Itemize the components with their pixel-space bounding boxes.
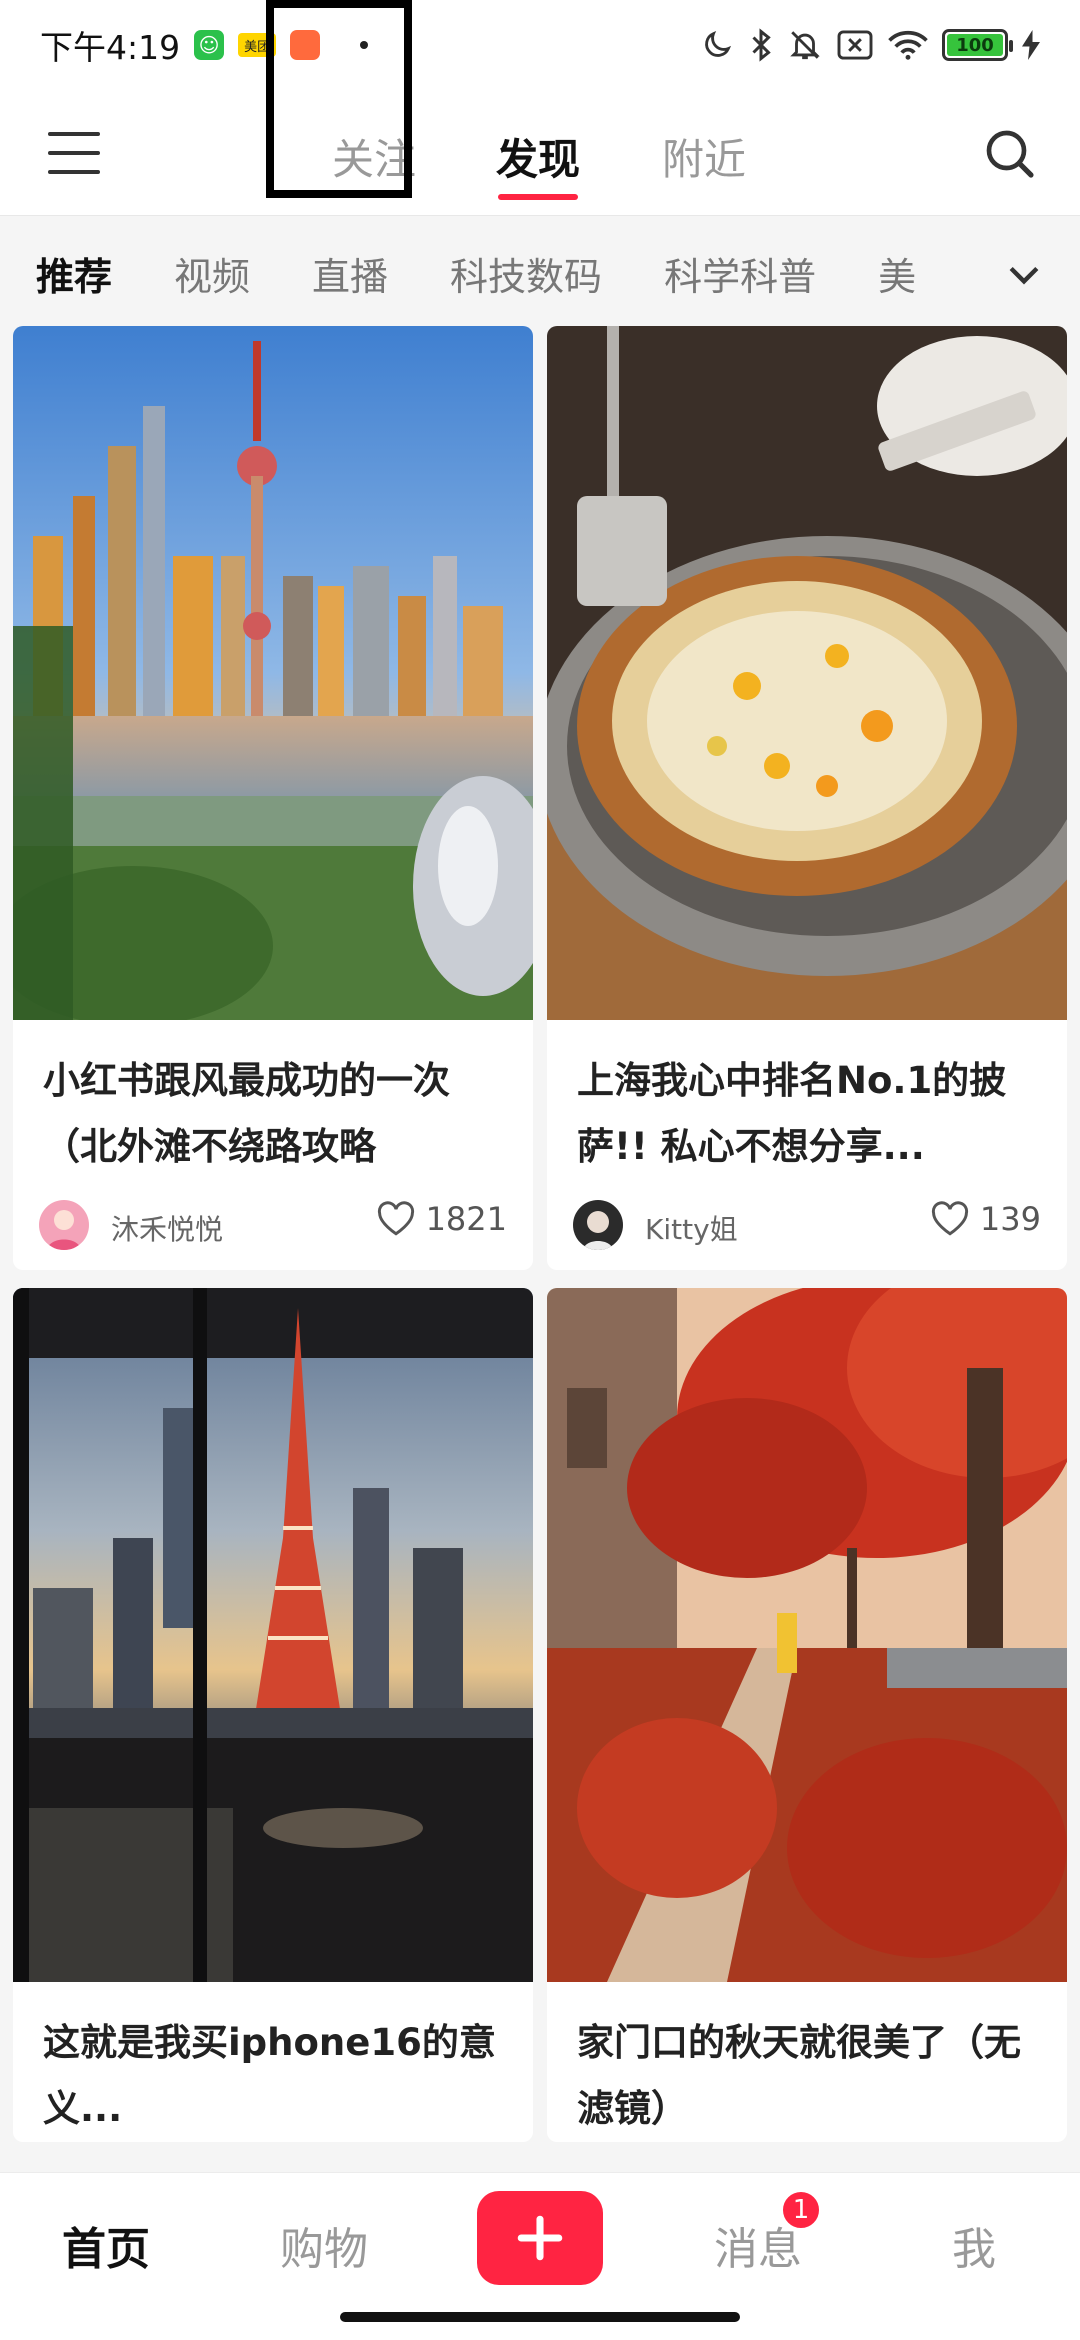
feed: 小红书跟风最成功的一次（北外滩不绕路攻略 沐禾悦悦 1821 上海我心中排名No… — [0, 326, 1080, 2172]
wifi-icon — [888, 30, 928, 60]
card-title[interactable]: 这就是我买iphone16的意义... — [13, 1982, 533, 2142]
card-title[interactable]: 上海我心中排名No.1的披萨!! 私心不想分享... — [547, 1020, 1067, 1180]
active-tab-indicator — [498, 194, 578, 200]
like-count: 1821 — [425, 1200, 507, 1238]
category-video[interactable]: 视频 — [174, 246, 250, 301]
search-icon[interactable] — [982, 126, 1038, 182]
card-title[interactable]: 小红书跟风最成功的一次（北外滩不绕路攻略 — [13, 1020, 533, 1180]
no-sim-icon — [837, 30, 873, 60]
feed-card[interactable]: 这就是我买iphone16的意义... — [13, 1288, 533, 2142]
tab-home[interactable]: 首页 — [62, 2213, 150, 2277]
card-meta: 沐禾悦悦 1821 — [13, 1180, 533, 1270]
tab-shopping[interactable]: 购物 — [280, 2213, 368, 2277]
category-row: 推荐 视频 直播 科技数码 科学科普 美 — [0, 216, 1080, 330]
add-post-button[interactable] — [477, 2191, 603, 2285]
tab-discover[interactable]: 发现 — [496, 126, 580, 187]
heart-icon — [931, 1201, 968, 1236]
tab-me[interactable]: 我 — [952, 2213, 996, 2277]
feed-card[interactable]: 上海我心中排名No.1的披萨!! 私心不想分享... Kitty姐 139 — [547, 326, 1067, 1270]
mute-bell-icon — [790, 31, 820, 60]
status-icons: 100 — [700, 20, 1040, 70]
tab-nearby[interactable]: 附近 — [662, 126, 746, 187]
feed-card[interactable]: 家门口的秋天就很美了（无滤镜） — [547, 1288, 1067, 2142]
author-name[interactable]: 沐禾悦悦 — [111, 1208, 223, 1248]
avatar[interactable] — [39, 1200, 89, 1250]
category-beauty[interactable]: 美 — [878, 246, 916, 301]
card-title[interactable]: 家门口的秋天就很美了（无滤镜） — [547, 1982, 1067, 2142]
pizza-photo[interactable] — [547, 326, 1067, 1020]
app-screen: 下午4:19 ☺ 美团 100 关注 发现 附近 推荐 视频 直播 科技数码 科… — [0, 0, 1080, 2340]
category-live[interactable]: 直播 — [312, 246, 388, 301]
like-button[interactable]: 1821 — [376, 1200, 507, 1238]
plus-icon — [517, 2215, 563, 2261]
top-nav: 关注 发现 附近 — [0, 90, 1080, 216]
battery-icon: 100 — [942, 29, 1013, 61]
moon-icon — [705, 30, 732, 57]
category-recommend[interactable]: 推荐 — [36, 246, 112, 301]
like-button[interactable]: 139 — [930, 1200, 1041, 1238]
home-indicator[interactable] — [340, 2312, 740, 2322]
heart-icon — [377, 1201, 414, 1236]
avatar[interactable] — [573, 1200, 623, 1250]
tokyo-tower-photo[interactable] — [13, 1288, 533, 1982]
status-bar: 下午4:19 ☺ 美团 100 — [0, 0, 1080, 90]
autumn-street-photo[interactable] — [547, 1288, 1067, 1982]
chevron-down-icon[interactable] — [1002, 252, 1046, 296]
highlight-rectangle — [266, 0, 412, 198]
card-meta: Kitty姐 139 — [547, 1180, 1067, 1270]
feed-card[interactable]: 小红书跟风最成功的一次（北外滩不绕路攻略 沐禾悦悦 1821 — [13, 326, 533, 1270]
shanghai-skyline-photo[interactable] — [13, 326, 533, 1020]
category-tech[interactable]: 科技数码 — [450, 246, 602, 301]
author-name[interactable]: Kitty姐 — [645, 1208, 738, 1248]
message-badge: 1 — [780, 2189, 822, 2231]
wechat-icon: ☺ — [194, 30, 225, 60]
bluetooth-icon — [752, 28, 771, 62]
menu-icon[interactable] — [48, 132, 100, 174]
category-science[interactable]: 科学科普 — [664, 246, 816, 301]
battery-level: 100 — [947, 34, 1003, 56]
like-count: 139 — [979, 1200, 1041, 1238]
status-time: 下午4:19 — [40, 28, 181, 67]
charging-icon — [1022, 30, 1040, 60]
